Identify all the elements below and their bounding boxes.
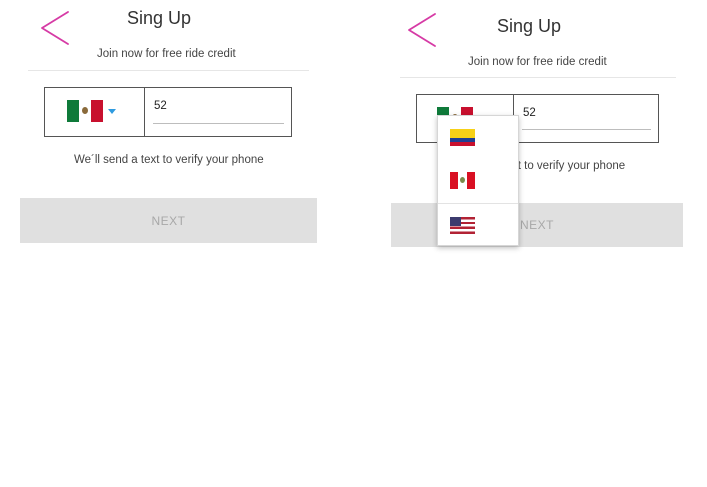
verify-hint: xt to verify your phone xyxy=(512,160,626,172)
signup-screen-dropdown-open: Sing Up Join now for free ride credit xt… xyxy=(370,0,707,487)
united-states-flag-icon xyxy=(450,217,475,234)
page-subtitle: Join now for free ride credit xyxy=(468,56,607,68)
signup-screen-closed: Sing Up Join now for free ride credit We… xyxy=(0,0,340,487)
phone-input-underline xyxy=(522,129,651,130)
next-button[interactable]: NEXT xyxy=(391,203,683,247)
chevron-left-icon[interactable] xyxy=(38,10,72,46)
phone-input[interactable] xyxy=(523,105,651,121)
chevron-left-icon-svg xyxy=(41,11,69,45)
phone-field[interactable] xyxy=(513,94,659,143)
country-option-colombia[interactable] xyxy=(438,116,518,159)
country-dropdown-menu xyxy=(437,115,519,246)
country-option-peru[interactable] xyxy=(438,159,518,202)
page-subtitle: Join now for free ride credit xyxy=(97,48,236,60)
chevron-left-icon-svg xyxy=(408,13,436,47)
verify-hint: We´ll send a text to verify your phone xyxy=(74,154,264,166)
mexico-flag-icon xyxy=(67,100,103,122)
header-divider xyxy=(400,77,676,78)
peru-flag-icon xyxy=(450,172,475,189)
page-title: Sing Up xyxy=(127,8,192,28)
caret-down-icon xyxy=(108,109,116,114)
country-select[interactable] xyxy=(44,87,145,137)
phone-field[interactable] xyxy=(144,87,292,137)
colombia-flag-icon xyxy=(450,129,475,146)
chevron-left-icon[interactable] xyxy=(405,12,439,48)
phone-input[interactable] xyxy=(154,98,284,114)
phone-input-underline xyxy=(153,123,284,124)
country-option-united-states[interactable] xyxy=(438,203,518,246)
header-divider xyxy=(28,70,309,71)
next-button[interactable]: NEXT xyxy=(20,198,317,243)
page-title: Sing Up xyxy=(497,16,562,36)
